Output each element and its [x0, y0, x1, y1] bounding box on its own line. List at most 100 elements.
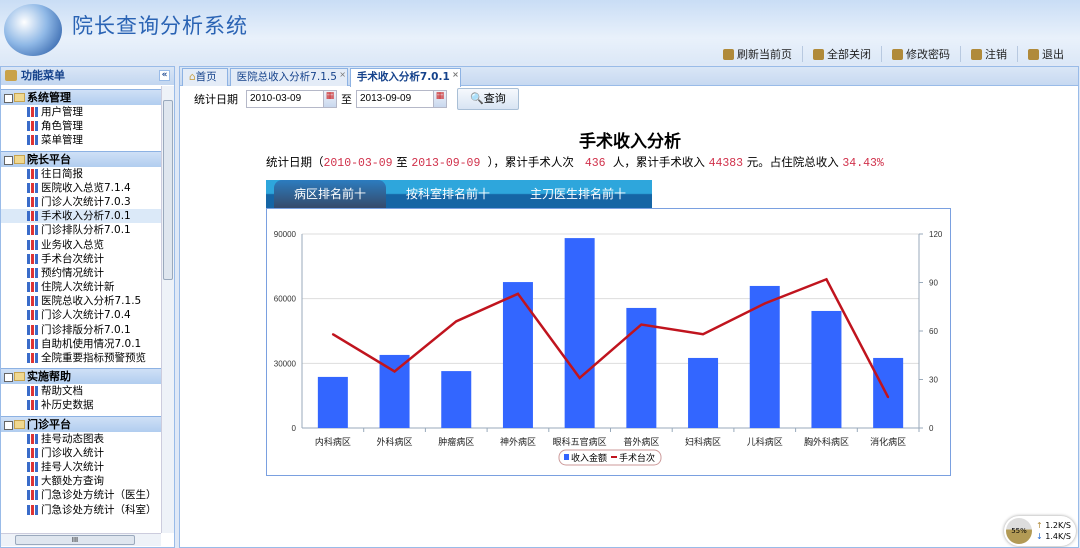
- chart-icon: [27, 282, 38, 293]
- toolbar-button-label: 注销: [985, 48, 1007, 61]
- menu-item[interactable]: 门诊收入统计: [1, 446, 161, 460]
- y-tick-label: 60000: [274, 295, 297, 304]
- menu-item-label: 业务收入总览: [41, 238, 104, 251]
- menu-item[interactable]: 菜单管理: [1, 133, 161, 147]
- menu-item-label: 自助机使用情况7.0.1: [41, 337, 142, 350]
- tab-hospital-income[interactable]: 医院总收入分析7.1.5 ×: [229, 66, 348, 86]
- menu-item[interactable]: 挂号人次统计: [1, 460, 161, 474]
- start-date-input[interactable]: 2010-03-09: [246, 90, 324, 108]
- legend-label: 手术台次: [619, 452, 655, 463]
- line-point: [578, 376, 581, 379]
- menu-item-label: 往日简报: [41, 167, 83, 180]
- download-arrow-icon: ↓: [1036, 532, 1043, 541]
- menu-item-label: 门诊人次统计7.0.4: [41, 309, 131, 322]
- menu-item[interactable]: 帮助文档: [1, 384, 161, 398]
- menu-tree: 系统管理 用户管理 角色管理 菜单管理 院长平台 往日简报 医院收入总览7.1.4 门诊人次统…: [1, 86, 161, 533]
- legend-label: 收入金额: [571, 452, 607, 463]
- menu-item[interactable]: 往日简报: [1, 167, 161, 181]
- chart-tabs: 病区排名前十 按科室排名前十 主刀医生排名前十: [266, 180, 652, 208]
- app-header: 院长查询分析系统 刷新当前页 全部关闭 修改密码 注销 退出: [0, 0, 1080, 64]
- menu-item[interactable]: 门急诊处方统计（医生）: [1, 488, 161, 502]
- menu-item-label: 医院收入总览7.1.4: [41, 181, 131, 194]
- x-tick-label: 外科病区: [377, 436, 413, 447]
- folder-icon: [14, 419, 25, 429]
- usage-gauge: 55%: [1006, 518, 1032, 544]
- chart-icon: [27, 447, 38, 458]
- menu-item[interactable]: 住院人次统计新: [1, 280, 161, 294]
- y2-tick-label: 90: [929, 279, 938, 288]
- menu-group[interactable]: 院长平台: [1, 150, 161, 167]
- sidebar-horizontal-scrollbar[interactable]: III: [1, 533, 161, 546]
- menu-item[interactable]: 挂号动态图表: [1, 432, 161, 446]
- y2-tick-label: 120: [929, 230, 943, 239]
- bar: [811, 310, 842, 428]
- menu-item[interactable]: 自助机使用情况7.0.1: [1, 337, 161, 351]
- sidebar-header: 功能菜单 «: [1, 67, 174, 85]
- tab-label: 医院总收入分析7.1.5: [236, 71, 337, 83]
- scroll-thumb[interactable]: III: [15, 535, 135, 545]
- sidebar-vertical-scrollbar[interactable]: [161, 86, 174, 533]
- tab-home[interactable]: ⌂首页: [182, 68, 228, 86]
- tab-surgery-income[interactable]: 手术收入分析7.0.1 ×: [349, 66, 461, 87]
- chart-icon: [27, 353, 38, 363]
- toolbar-button[interactable]: 刷新当前页: [713, 46, 802, 62]
- chart-tab-surgeon[interactable]: 主刀医生排名前十: [510, 180, 646, 208]
- date-label: 统计日期: [194, 93, 238, 106]
- menu-group[interactable]: 门诊平台: [1, 415, 161, 432]
- chart-icon: [27, 253, 38, 264]
- report-summary: 统计日期（2010-03-09 至 2013-09-09 ），累计手术人次 43…: [266, 154, 884, 170]
- download-speed: 1.4K/S: [1045, 532, 1071, 541]
- menu-item[interactable]: 用户管理: [1, 105, 161, 119]
- menu-item[interactable]: 补历史数据: [1, 398, 161, 412]
- menu-item[interactable]: 大额处方查询: [1, 474, 161, 488]
- menu-item[interactable]: 医院总收入分析7.1.5: [1, 294, 161, 308]
- chart-icon: [27, 211, 38, 222]
- sidebar: 功能菜单 « 系统管理 用户管理 角色管理 菜单管理院长平台 往日简报 医院收入总览7.1.…: [0, 66, 175, 548]
- calendar-icon[interactable]: ▦: [433, 90, 447, 108]
- menu-item[interactable]: 门急诊处方统计（科室）: [1, 503, 161, 517]
- menu-item[interactable]: 手术台次统计: [1, 252, 161, 266]
- close-tab-icon[interactable]: ×: [452, 66, 459, 83]
- toolbar-button-label: 退出: [1042, 48, 1064, 61]
- end-date-input[interactable]: 2013-09-09: [356, 90, 434, 108]
- menu-item[interactable]: 角色管理: [1, 119, 161, 133]
- menu-item[interactable]: 门诊人次统计7.0.4: [1, 308, 161, 322]
- menu-item[interactable]: 业务收入总览: [1, 238, 161, 252]
- menu-item[interactable]: 医院收入总览7.1.4: [1, 181, 161, 195]
- network-speed-widget: 55% ↑ 1.2K/S ↓ 1.4K/S: [1004, 516, 1076, 546]
- legend-swatch: [611, 456, 617, 458]
- header-toolbar: 刷新当前页 全部关闭 修改密码 注销 退出: [713, 46, 1074, 62]
- chart-tab-department[interactable]: 按科室排名前十: [386, 180, 510, 208]
- query-button-label: 查询: [483, 92, 506, 105]
- toolbar-button[interactable]: 注销: [960, 46, 1017, 62]
- toolbar-button[interactable]: 修改密码: [881, 46, 960, 62]
- line-point: [887, 396, 890, 399]
- chart-icon: [27, 225, 38, 236]
- menu-item-label: 门诊收入统计: [41, 446, 104, 459]
- query-button[interactable]: 🔍查询: [457, 88, 519, 110]
- summary-text: 元。占住院总收入: [743, 155, 843, 169]
- calendar-icon[interactable]: ▦: [323, 90, 337, 108]
- menu-group[interactable]: 系统管理: [1, 89, 161, 105]
- menu-item[interactable]: 门诊人次统计7.0.3: [1, 195, 161, 209]
- close-tab-icon[interactable]: ×: [339, 66, 346, 83]
- collapse-sidebar-button[interactable]: «: [159, 70, 170, 81]
- menu-item-label: 门诊排队分析7.0.1: [41, 224, 131, 237]
- menu-item[interactable]: 全院重要指标预警预览: [1, 351, 161, 365]
- scroll-thumb[interactable]: [163, 100, 173, 280]
- chart-tab-ward[interactable]: 病区排名前十: [274, 180, 387, 208]
- menu-item[interactable]: 门诊排版分析7.0.1: [1, 323, 161, 337]
- menu-item[interactable]: 预约情况统计: [1, 266, 161, 280]
- chart-container: 0 30000 60000 90000 0 30 60 90 120 内科病区 外科病区 肿瘤病区 神外…: [266, 208, 951, 476]
- bar: [317, 376, 348, 428]
- line-point: [455, 320, 458, 323]
- menu-item[interactable]: 手术收入分析7.0.1: [1, 209, 161, 224]
- toolbar-button[interactable]: 全部关闭: [802, 46, 881, 62]
- chart-icon: [27, 400, 38, 411]
- menu-item[interactable]: 门诊排队分析7.0.1: [1, 223, 161, 237]
- bar: [502, 282, 533, 428]
- summary-text: 至: [392, 155, 412, 169]
- y2-tick-label: 0: [929, 424, 934, 433]
- menu-group[interactable]: 实施帮助: [1, 368, 161, 385]
- toolbar-button[interactable]: 退出: [1017, 46, 1074, 62]
